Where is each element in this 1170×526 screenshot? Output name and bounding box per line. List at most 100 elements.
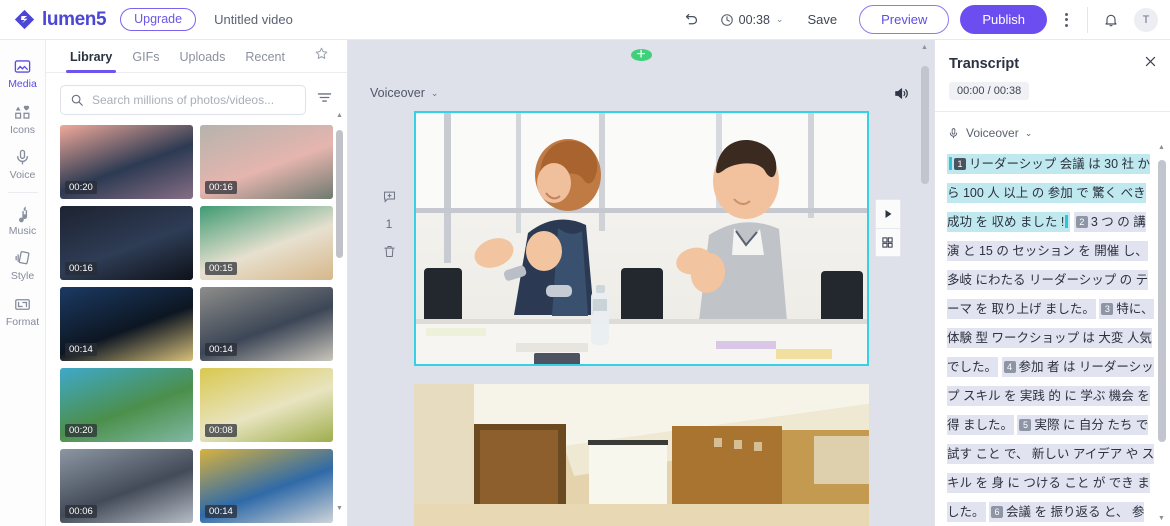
media-thumbnail[interactable]: 00:08 — [200, 368, 333, 442]
sidebar-item-style[interactable]: Style — [0, 242, 46, 288]
star-icon — [315, 47, 328, 59]
mute-toggle-button[interactable] — [893, 85, 910, 102]
left-rail: Media Icons Voice Music Style Format — [0, 40, 46, 526]
transcript-timecode: 00:00 / 00:38 — [949, 82, 1030, 100]
scene-number: 1 — [385, 216, 393, 231]
layout-button[interactable] — [875, 227, 900, 256]
duration-control[interactable]: 00:38 ⌄ — [720, 13, 784, 27]
sidebar-item-format-label: Format — [5, 315, 40, 328]
filter-button[interactable] — [314, 87, 335, 113]
media-duration-badge: 00:20 — [65, 180, 97, 194]
more-options-button[interactable] — [1053, 7, 1079, 33]
sidebar-item-voice[interactable]: Voice — [0, 141, 46, 187]
music-note-icon — [19, 205, 28, 222]
close-icon — [1145, 56, 1156, 67]
media-thumbnail[interactable]: 00:16 — [60, 206, 193, 280]
close-transcript-button[interactable] — [1143, 54, 1158, 73]
search-box[interactable] — [60, 85, 306, 115]
sidebar-item-icons[interactable]: Icons — [0, 96, 46, 142]
library-search-row — [46, 73, 347, 125]
tab-uploads[interactable]: Uploads — [169, 41, 235, 72]
sidebar-item-music-label: Music — [8, 224, 37, 237]
transcript-time-row: 00:00 / 00:38 — [935, 81, 1170, 111]
media-duration-badge: 00:08 — [205, 423, 237, 437]
library-scroll-thumb[interactable] — [336, 130, 343, 258]
sidebar-item-media-label: Media — [8, 78, 37, 90]
search-input[interactable] — [92, 93, 296, 107]
tab-library[interactable]: Library — [60, 41, 122, 73]
media-thumbnail[interactable]: 00:06 — [60, 449, 193, 523]
sidebar-item-music[interactable]: Music — [0, 197, 46, 243]
upgrade-button[interactable]: Upgrade — [120, 7, 197, 32]
media-duration-badge: 00:14 — [205, 504, 237, 518]
transcript-voiceover-selector[interactable]: Voiceover ⌄ — [947, 126, 1156, 140]
search-icon — [71, 94, 83, 106]
transcript-segment-number: 1 — [954, 158, 966, 170]
media-duration-badge: 00:15 — [205, 261, 237, 275]
editor-body: Media Icons Voice Music Style Format Lib… — [0, 40, 1170, 526]
canvas-voiceover-selector[interactable]: Voiceover ⌄ — [370, 86, 438, 100]
sidebar-item-media[interactable]: Media — [0, 50, 46, 96]
add-scene-button[interactable]: + — [630, 47, 652, 62]
transcript-scroll-thumb[interactable] — [1158, 160, 1166, 442]
library-scrollbar[interactable]: ▲ ▼ — [335, 112, 344, 512]
scene-1-wrapper: 1 — [383, 110, 901, 366]
transcript-segment-number: 5 — [1019, 419, 1032, 431]
transcript-panel: Transcript 00:00 / 00:38 Voiceover ⌄ 1 リ… — [934, 40, 1170, 526]
transcript-voiceover-label: Voiceover — [966, 126, 1019, 140]
tab-gifs[interactable]: GIFs — [122, 41, 169, 72]
microphone-icon — [949, 127, 958, 138]
add-comment-button[interactable] — [382, 189, 397, 204]
library-tabs: Library GIFs Uploads Recent — [46, 40, 347, 73]
transcript-title: Transcript — [949, 55, 1020, 72]
scene-2-image — [413, 383, 869, 504]
media-thumbnail[interactable]: 00:14 — [60, 287, 193, 361]
transcript-text[interactable]: 1 リーダーシップ 会議 は 30 社 から 100 人 以上 の 参加 で 驚く… — [947, 150, 1156, 526]
transcript-scrollbar[interactable]: ▲ ▼ — [1157, 144, 1167, 522]
scroll-up-arrow-icon[interactable]: ▲ — [1157, 144, 1166, 151]
scene-2-canvas[interactable] — [413, 383, 869, 526]
notifications-button[interactable] — [1098, 7, 1124, 33]
video-title[interactable]: Untitled video — [214, 12, 293, 27]
bell-icon — [1105, 14, 1117, 26]
media-duration-badge: 00:20 — [65, 423, 97, 437]
scroll-down-arrow-icon[interactable]: ▼ — [335, 505, 344, 512]
scroll-down-arrow-icon[interactable]: ▼ — [1157, 515, 1166, 522]
media-thumbnail[interactable]: 00:14 — [200, 287, 333, 361]
kebab-menu-icon — [1064, 12, 1068, 16]
undo-button[interactable] — [678, 6, 706, 34]
preview-button[interactable]: Preview — [859, 4, 950, 35]
voiceover-row: Voiceover ⌄ — [348, 85, 934, 102]
transcript-segment-number: 3 — [1101, 303, 1114, 315]
publish-button[interactable]: Publish — [960, 4, 1047, 35]
user-avatar[interactable]: T — [1134, 7, 1158, 32]
chevron-down-icon: ⌄ — [1024, 127, 1033, 138]
scene-1-canvas[interactable] — [413, 110, 869, 366]
transcript-body: Voiceover ⌄ 1 リーダーシップ 会議 は 30 社 から 100 人 … — [935, 112, 1170, 526]
play-scene-button[interactable] — [876, 200, 900, 228]
scroll-up-arrow-icon[interactable]: ▲ — [920, 44, 929, 51]
favorites-button[interactable] — [310, 42, 333, 70]
delete-scene-button[interactable] — [382, 244, 397, 259]
media-library-panel: Library GIFs Uploads Recent Search milli… — [46, 40, 348, 526]
tab-recent[interactable]: Recent — [235, 41, 295, 72]
brand-logo[interactable]: lumen5 — [14, 9, 107, 31]
media-thumbnail[interactable]: 00:16 — [200, 125, 333, 199]
transcript-segment-number: 6 — [991, 506, 1003, 518]
save-button[interactable]: Save — [807, 12, 837, 27]
sidebar-item-format[interactable]: Format — [0, 288, 46, 334]
scroll-up-arrow-icon[interactable]: ▲ — [335, 112, 344, 119]
microphone-icon — [17, 149, 28, 165]
image-icon — [14, 60, 31, 73]
toolbar-divider — [1087, 6, 1088, 33]
canvas-scroll-thumb[interactable] — [921, 66, 929, 184]
media-thumbnail[interactable]: 00:14 — [200, 449, 333, 523]
top-toolbar-actions: 00:38 ⌄ Save Preview Publish T — [678, 4, 1158, 35]
media-thumbnail[interactable]: 00:20 — [60, 368, 193, 442]
canvas-scrollbar[interactable]: ▲ — [920, 44, 930, 522]
media-thumbnail[interactable]: 00:20 — [60, 125, 193, 199]
media-thumbnail[interactable]: 00:15 — [200, 206, 333, 280]
chevron-down-icon: ⌄ — [775, 14, 784, 24]
sidebar-item-style-label: Style — [10, 270, 35, 282]
filter-icon — [317, 93, 332, 102]
